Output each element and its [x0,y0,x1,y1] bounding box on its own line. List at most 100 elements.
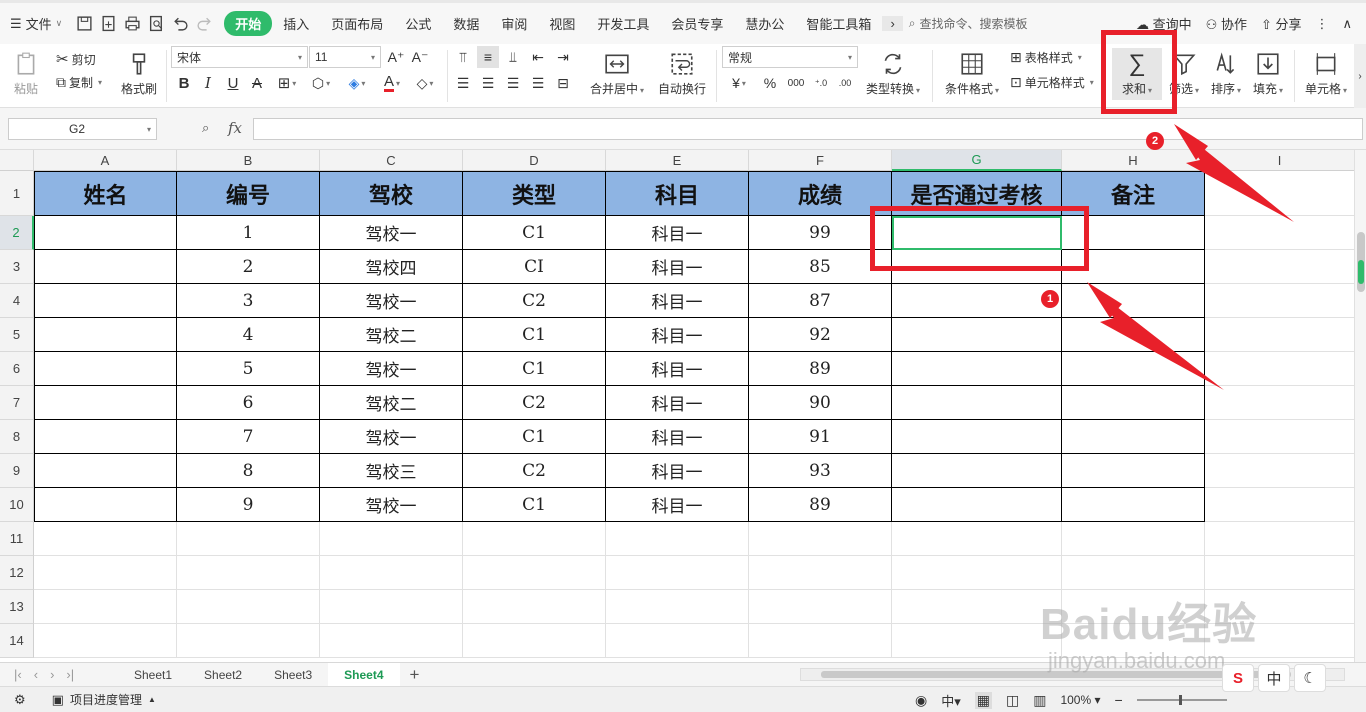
cell-h6[interactable] [1062,352,1205,386]
vertical-scrollbar[interactable] [1354,150,1366,662]
normal-view-icon[interactable]: ▦ [974,691,992,709]
column-header-f[interactable]: F [749,150,892,171]
tab-smart-office[interactable]: 慧办公 [734,11,795,36]
align-top-icon[interactable]: ⫪ [453,46,473,68]
cell-b7[interactable]: 6 [177,386,320,420]
table-style-button[interactable]: ⊞ 表格样式 ▾ [1010,47,1082,67]
shape-effects-icon[interactable]: ⬡ ▾ [306,72,336,94]
zoom-slider[interactable] [1136,695,1227,705]
cell-i10[interactable] [1205,488,1354,522]
row-header-12[interactable]: 12 [0,556,34,590]
cell-i6[interactable] [1205,352,1354,386]
cell-d14[interactable] [463,624,606,658]
row-header-6[interactable]: 6 [0,352,34,386]
cell-b4[interactable]: 3 [177,284,320,318]
cell-e7[interactable]: 科目一 [606,386,749,420]
decrease-font-icon[interactable]: A⁻ [410,46,430,68]
cell-i1[interactable] [1205,171,1354,216]
spreadsheet-grid[interactable]: ABCDEFGHI 1 姓名 编号 驾校 类型 科目 成绩 是否通过考核 备注 2 1 驾校一 C1 科目… [0,150,1354,662]
row-header-5[interactable]: 5 [0,318,34,352]
font-size-select[interactable]: 11 ▾ [309,46,381,68]
row-header-4[interactable]: 4 [0,284,34,318]
cell-e2[interactable]: 科目一 [606,216,749,250]
cell-c2[interactable]: 驾校一 [320,216,463,250]
cell-e12[interactable] [606,556,749,590]
column-header-h[interactable]: H [1062,150,1205,171]
cell-g11[interactable] [892,522,1062,556]
cell-d3[interactable]: CI [463,250,606,284]
underline-icon[interactable]: U [224,72,242,94]
cell-f11[interactable] [749,522,892,556]
cell-d13[interactable] [463,590,606,624]
merge-center-button[interactable]: 合并居中 ▾ [586,48,648,100]
cell-e13[interactable] [606,590,749,624]
copy-button[interactable]: ⧉ 复制 ▾ [56,72,102,92]
cell-b9[interactable]: 8 [177,454,320,488]
column-header-c[interactable]: C [320,150,463,171]
tab-data[interactable]: 数据 [442,11,490,36]
cell-e4[interactable]: 科目一 [606,284,749,318]
cell-g5[interactable] [892,318,1062,352]
eye-protection-icon[interactable]: ◉ [915,692,927,709]
export-pdf-icon[interactable] [96,12,120,36]
cut-button[interactable]: ✂ 剪切 [56,49,96,69]
strikethrough-icon[interactable]: A [248,72,266,94]
project-dropdown-icon[interactable]: ▲ [148,695,156,704]
page-break-view-icon[interactable]: ▥ [1033,692,1046,709]
cell-a13[interactable] [34,590,177,624]
row-header-14[interactable]: 14 [0,624,34,658]
cell-d8[interactable]: C1 [463,420,606,454]
align-center-icon[interactable]: ☰ [477,72,499,94]
tab-insert[interactable]: 插入 [272,11,320,36]
cell-c10[interactable]: 驾校一 [320,488,463,522]
next-sheet-icon[interactable]: › [50,667,54,682]
column-header-b[interactable]: B [177,150,320,171]
cell-i2[interactable] [1205,216,1354,250]
zoom-level[interactable]: 100% ▾ [1060,693,1100,707]
column-header-i[interactable]: I [1205,150,1354,171]
ime-mode[interactable]: 中 [1258,664,1290,692]
cell-i9[interactable] [1205,454,1354,488]
column-header-d[interactable]: D [463,150,606,171]
cell-a8[interactable] [34,420,177,454]
tab-member[interactable]: 会员专享 [660,11,734,36]
bold-icon[interactable]: B [175,72,193,94]
align-left-icon[interactable]: ☰ [453,72,473,94]
cell-c11[interactable] [320,522,463,556]
tab-view[interactable]: 视图 [538,11,586,36]
type-convert-button[interactable]: 类型转换 ▾ [862,48,924,100]
cell-h12[interactable] [1062,556,1205,590]
cell-e5[interactable]: 科目一 [606,318,749,352]
cell-g4[interactable] [892,284,1062,318]
cell-d2[interactable]: C1 [463,216,606,250]
cell-f9[interactable]: 93 [749,454,892,488]
cell-c6[interactable]: 驾校一 [320,352,463,386]
cell-button[interactable]: 单元格 ▾ [1300,48,1352,100]
cell-f12[interactable] [749,556,892,590]
ribbon-scroll-right-icon[interactable]: › [1354,44,1366,108]
cell-g6[interactable] [892,352,1062,386]
row-header-9[interactable]: 9 [0,454,34,488]
cell-b13[interactable] [177,590,320,624]
cell-f13[interactable] [749,590,892,624]
cell-c12[interactable] [320,556,463,590]
name-box[interactable]: G2 ▾ [8,118,157,140]
macro-icon[interactable]: ⚙ [14,692,26,708]
cell-e8[interactable]: 科目一 [606,420,749,454]
cell-c9[interactable]: 驾校三 [320,454,463,488]
cell-g7[interactable] [892,386,1062,420]
tab-sheet4[interactable]: Sheet4 [328,662,400,687]
tab-page-layout[interactable]: 页面布局 [320,11,394,36]
font-color-icon[interactable]: A ▾ [378,72,406,94]
conditional-format-button[interactable]: 条件格式 ▾ [940,48,1004,100]
border-icon[interactable]: ⊞ ▾ [272,72,302,94]
tab-sheet2[interactable]: Sheet2 [188,663,258,687]
row-header-8[interactable]: 8 [0,420,34,454]
tab-review[interactable]: 审阅 [490,11,538,36]
cell-h10[interactable] [1062,488,1205,522]
cell-g14[interactable] [892,624,1062,658]
cell-i3[interactable] [1205,250,1354,284]
undo-icon[interactable] [168,12,192,36]
cell-h9[interactable] [1062,454,1205,488]
more-options-icon[interactable]: ⋮ [1315,16,1328,32]
